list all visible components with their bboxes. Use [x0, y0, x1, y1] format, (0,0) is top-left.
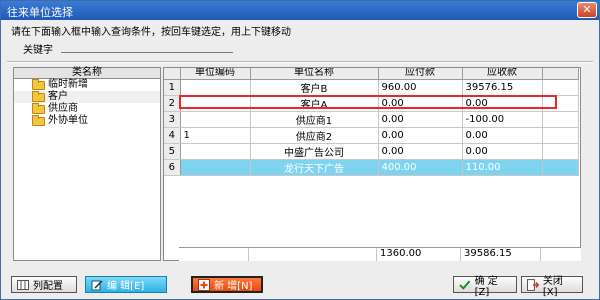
cell-receivable[interactable]: 110.00: [462, 159, 543, 176]
cell-name[interactable]: 供应商2: [250, 127, 379, 144]
cell-filler: [542, 159, 579, 176]
tree-item-label: 临时新增: [48, 79, 88, 90]
column-config-icon: [17, 279, 29, 290]
cell-name[interactable]: 客户A: [250, 95, 379, 112]
cell-code[interactable]: [180, 95, 251, 112]
cell-receivable[interactable]: 0.00: [462, 95, 543, 112]
cell-filler: [542, 111, 579, 128]
tree-item-temp-new[interactable]: 临时新增: [14, 78, 160, 91]
add-icon: [198, 278, 210, 291]
column-config-label: 列配置: [33, 281, 63, 292]
table-row[interactable]: 5 中盛广告公司 0.00 0.00: [164, 143, 579, 160]
add-button[interactable]: 新 增[N]: [191, 276, 263, 293]
cell-receivable[interactable]: 39576.15: [462, 79, 543, 96]
cell-payable[interactable]: 0.00: [378, 95, 463, 112]
dialog-window: 往来单位选择 ✕ 请在下面输入框中输入查询条件，按回车键选定，用上下键移动 关键…: [0, 0, 600, 300]
add-label: 新 增[N]: [214, 281, 253, 292]
edit-button[interactable]: 编 辑[E]: [85, 276, 167, 293]
cell-filler: [542, 143, 579, 160]
edit-label: 编 辑[E]: [107, 281, 145, 292]
tree-header: 类名称: [14, 68, 160, 79]
row-number-header: [164, 68, 181, 80]
table-row[interactable]: 2 客户A 0.00 0.00: [164, 95, 579, 112]
folder-icon: [32, 78, 45, 90]
column-header-code[interactable]: 单位编码: [180, 68, 251, 80]
tree-item-label: 客户: [48, 91, 68, 102]
check-icon: [459, 280, 471, 290]
column-header-payable[interactable]: 应付款: [378, 68, 463, 80]
cell-receivable[interactable]: 0.00: [462, 127, 543, 144]
cell-name[interactable]: 中盛广告公司: [250, 143, 379, 160]
category-tree: 类名称 临时新增 客户 供应商 外协单位: [13, 67, 161, 261]
tree-item-supplier[interactable]: 供应商: [14, 102, 160, 115]
folder-icon: [32, 102, 45, 114]
window-title: 往来单位选择: [7, 6, 73, 19]
cell-code[interactable]: 1: [180, 127, 251, 144]
cell-payable[interactable]: 0.00: [378, 127, 463, 144]
folder-icon: [32, 114, 45, 126]
folder-icon: [32, 90, 45, 102]
tree-item-label: 外协单位: [48, 115, 88, 126]
tree-item-outsource[interactable]: 外协单位: [14, 114, 160, 127]
cell-filler: [542, 79, 579, 96]
total-payable: 1360.00: [377, 248, 461, 261]
table-row[interactable]: 4 1 供应商2 0.00 0.00: [164, 127, 579, 144]
tree-item-customer[interactable]: 客户: [14, 90, 160, 103]
row-number: 4: [164, 127, 181, 144]
cell-name[interactable]: 客户B: [250, 79, 379, 96]
column-header-filler: [542, 68, 579, 80]
table-row-selected[interactable]: 6 龙行天下广告 400.00 110.00: [164, 159, 579, 176]
column-header-receivable[interactable]: 应收款: [462, 68, 543, 80]
cell-name[interactable]: 供应商1: [250, 111, 379, 128]
cell-filler: [542, 127, 579, 144]
row-number: 2: [164, 95, 181, 112]
title-bar: 往来单位选择 ✕: [1, 1, 599, 20]
ok-label: 确 定[Z]: [474, 275, 498, 298]
cell-filler: [542, 95, 579, 112]
cell-payable[interactable]: 400.00: [378, 159, 463, 176]
grid-header-row: 单位编码 单位名称 应付款 应收款: [164, 68, 579, 80]
cell-code[interactable]: [180, 143, 251, 160]
row-number: 1: [164, 79, 181, 96]
row-number: 3: [164, 111, 181, 128]
cell-payable[interactable]: 960.00: [378, 79, 463, 96]
cell-receivable[interactable]: -100.00: [462, 111, 543, 128]
table-row[interactable]: 1 客户B 960.00 39576.15: [164, 79, 579, 96]
cell-code[interactable]: [180, 159, 251, 176]
cell-name[interactable]: 龙行天下广告: [250, 159, 379, 176]
keyword-input[interactable]: [61, 39, 233, 53]
cell-receivable[interactable]: 0.00: [462, 143, 543, 160]
cell-payable[interactable]: 0.00: [378, 143, 463, 160]
column-config-button[interactable]: 列配置: [11, 276, 77, 293]
exit-icon: [527, 278, 539, 291]
separator-line: [7, 61, 593, 63]
cell-code[interactable]: [180, 111, 251, 128]
total-receivable: 39586.15: [461, 248, 541, 261]
keyword-label: 关键字: [23, 45, 53, 56]
tree-item-label: 供应商: [48, 103, 78, 114]
search-hint: 请在下面输入框中输入查询条件，按回车键选定，用上下键移动: [11, 27, 291, 38]
column-header-name[interactable]: 单位名称: [250, 68, 379, 80]
cell-payable[interactable]: 0.00: [378, 111, 463, 128]
close-label: 关闭[X]: [542, 275, 563, 298]
close-window-button[interactable]: ✕: [577, 2, 597, 18]
table-row[interactable]: 3 供应商1 0.00 -100.00: [164, 111, 579, 128]
grid-totals-row: 1360.00 39586.15: [179, 247, 581, 261]
totals-name-cell: [249, 248, 377, 261]
row-number: 6: [164, 159, 181, 176]
totals-code-cell: [179, 248, 249, 261]
unit-grid: 单位编码 单位名称 应付款 应收款 1 客户B 960.00 39576.15: [163, 67, 581, 261]
close-button[interactable]: 关闭[X]: [521, 276, 583, 298]
row-number: 5: [164, 143, 181, 160]
ok-button[interactable]: 确 定[Z]: [453, 276, 517, 298]
cell-code[interactable]: [180, 79, 251, 96]
edit-icon: [91, 279, 103, 290]
